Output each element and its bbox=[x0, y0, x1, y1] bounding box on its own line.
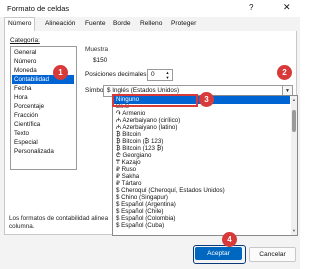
title-bar: Formato de celdas ? ✕ bbox=[0, 0, 300, 17]
step-badge-1: 1 bbox=[53, 65, 68, 80]
dropdown-scrollbar[interactable]: ▲ ▼ bbox=[291, 96, 297, 235]
step-badge-2: 2 bbox=[277, 65, 292, 80]
tab-fuente[interactable]: Fuente bbox=[82, 18, 109, 30]
tab-borde[interactable]: Borde bbox=[110, 18, 134, 30]
help-button[interactable]: ? bbox=[249, 3, 253, 12]
category-item[interactable]: General bbox=[12, 48, 74, 57]
symbol-value: $ Inglés (Estados Unidos) bbox=[107, 87, 180, 94]
decimals-value: 0 bbox=[151, 71, 155, 78]
spin-down-icon[interactable]: ▼ bbox=[164, 75, 171, 80]
format-cells-dialog: Formato de celdas ? ✕ Número Alineación … bbox=[0, 0, 300, 269]
category-item[interactable]: Hora bbox=[12, 93, 74, 102]
category-item[interactable]: Número bbox=[12, 57, 74, 66]
tab-numero[interactable]: Número bbox=[4, 17, 36, 32]
category-list[interactable]: General Número Moneda Contabilidad Fecha… bbox=[10, 46, 77, 170]
tab-bar: Número Alineación Fuente Borde Relleno P… bbox=[4, 17, 296, 32]
tab-proteger[interactable]: Proteger bbox=[168, 18, 199, 30]
scroll-up-icon[interactable]: ▲ bbox=[291, 97, 297, 102]
decimals-label: Posiciones decimales: bbox=[85, 71, 149, 78]
decimals-spinner[interactable]: 0 ▲ ▼ bbox=[147, 69, 173, 81]
category-item[interactable]: Especial bbox=[12, 138, 74, 147]
close-icon[interactable]: ✕ bbox=[283, 2, 291, 13]
tab-alineacion[interactable]: Alineación bbox=[42, 18, 78, 30]
tab-relleno[interactable]: Relleno bbox=[137, 18, 165, 30]
step-badge-3: 3 bbox=[199, 92, 214, 107]
scroll-thumb[interactable] bbox=[292, 110, 296, 132]
category-item[interactable]: Texto bbox=[12, 129, 74, 138]
format-description: Los formatos de contabilidad alinea colu… bbox=[9, 215, 109, 230]
category-label: Categoría: bbox=[10, 37, 40, 44]
sample-value: $150 bbox=[93, 57, 108, 64]
symbol-dropdown-list[interactable]: Ninguno Bs.S ֏ Armenio ₼ Azerbaiyano (ci… bbox=[112, 95, 298, 236]
cancel-button[interactable]: Cancelar bbox=[249, 247, 296, 262]
category-item[interactable]: Personalizada bbox=[12, 147, 74, 156]
scroll-down-icon[interactable]: ▼ bbox=[291, 228, 297, 233]
ok-button[interactable]: Aceptar bbox=[195, 247, 242, 260]
option-highlight-box bbox=[112, 94, 198, 107]
category-item[interactable]: Fecha bbox=[12, 84, 74, 93]
step-badge-4: 4 bbox=[222, 232, 237, 247]
dropdown-option[interactable]: $ Español (Cuba) bbox=[113, 222, 290, 230]
sample-label: Muestra bbox=[85, 46, 109, 53]
category-item[interactable]: Porcentaje bbox=[12, 102, 74, 111]
dialog-title: Formato de celdas bbox=[7, 4, 70, 13]
category-item[interactable]: Fracción bbox=[12, 111, 74, 120]
category-item[interactable]: Científica bbox=[12, 120, 74, 129]
